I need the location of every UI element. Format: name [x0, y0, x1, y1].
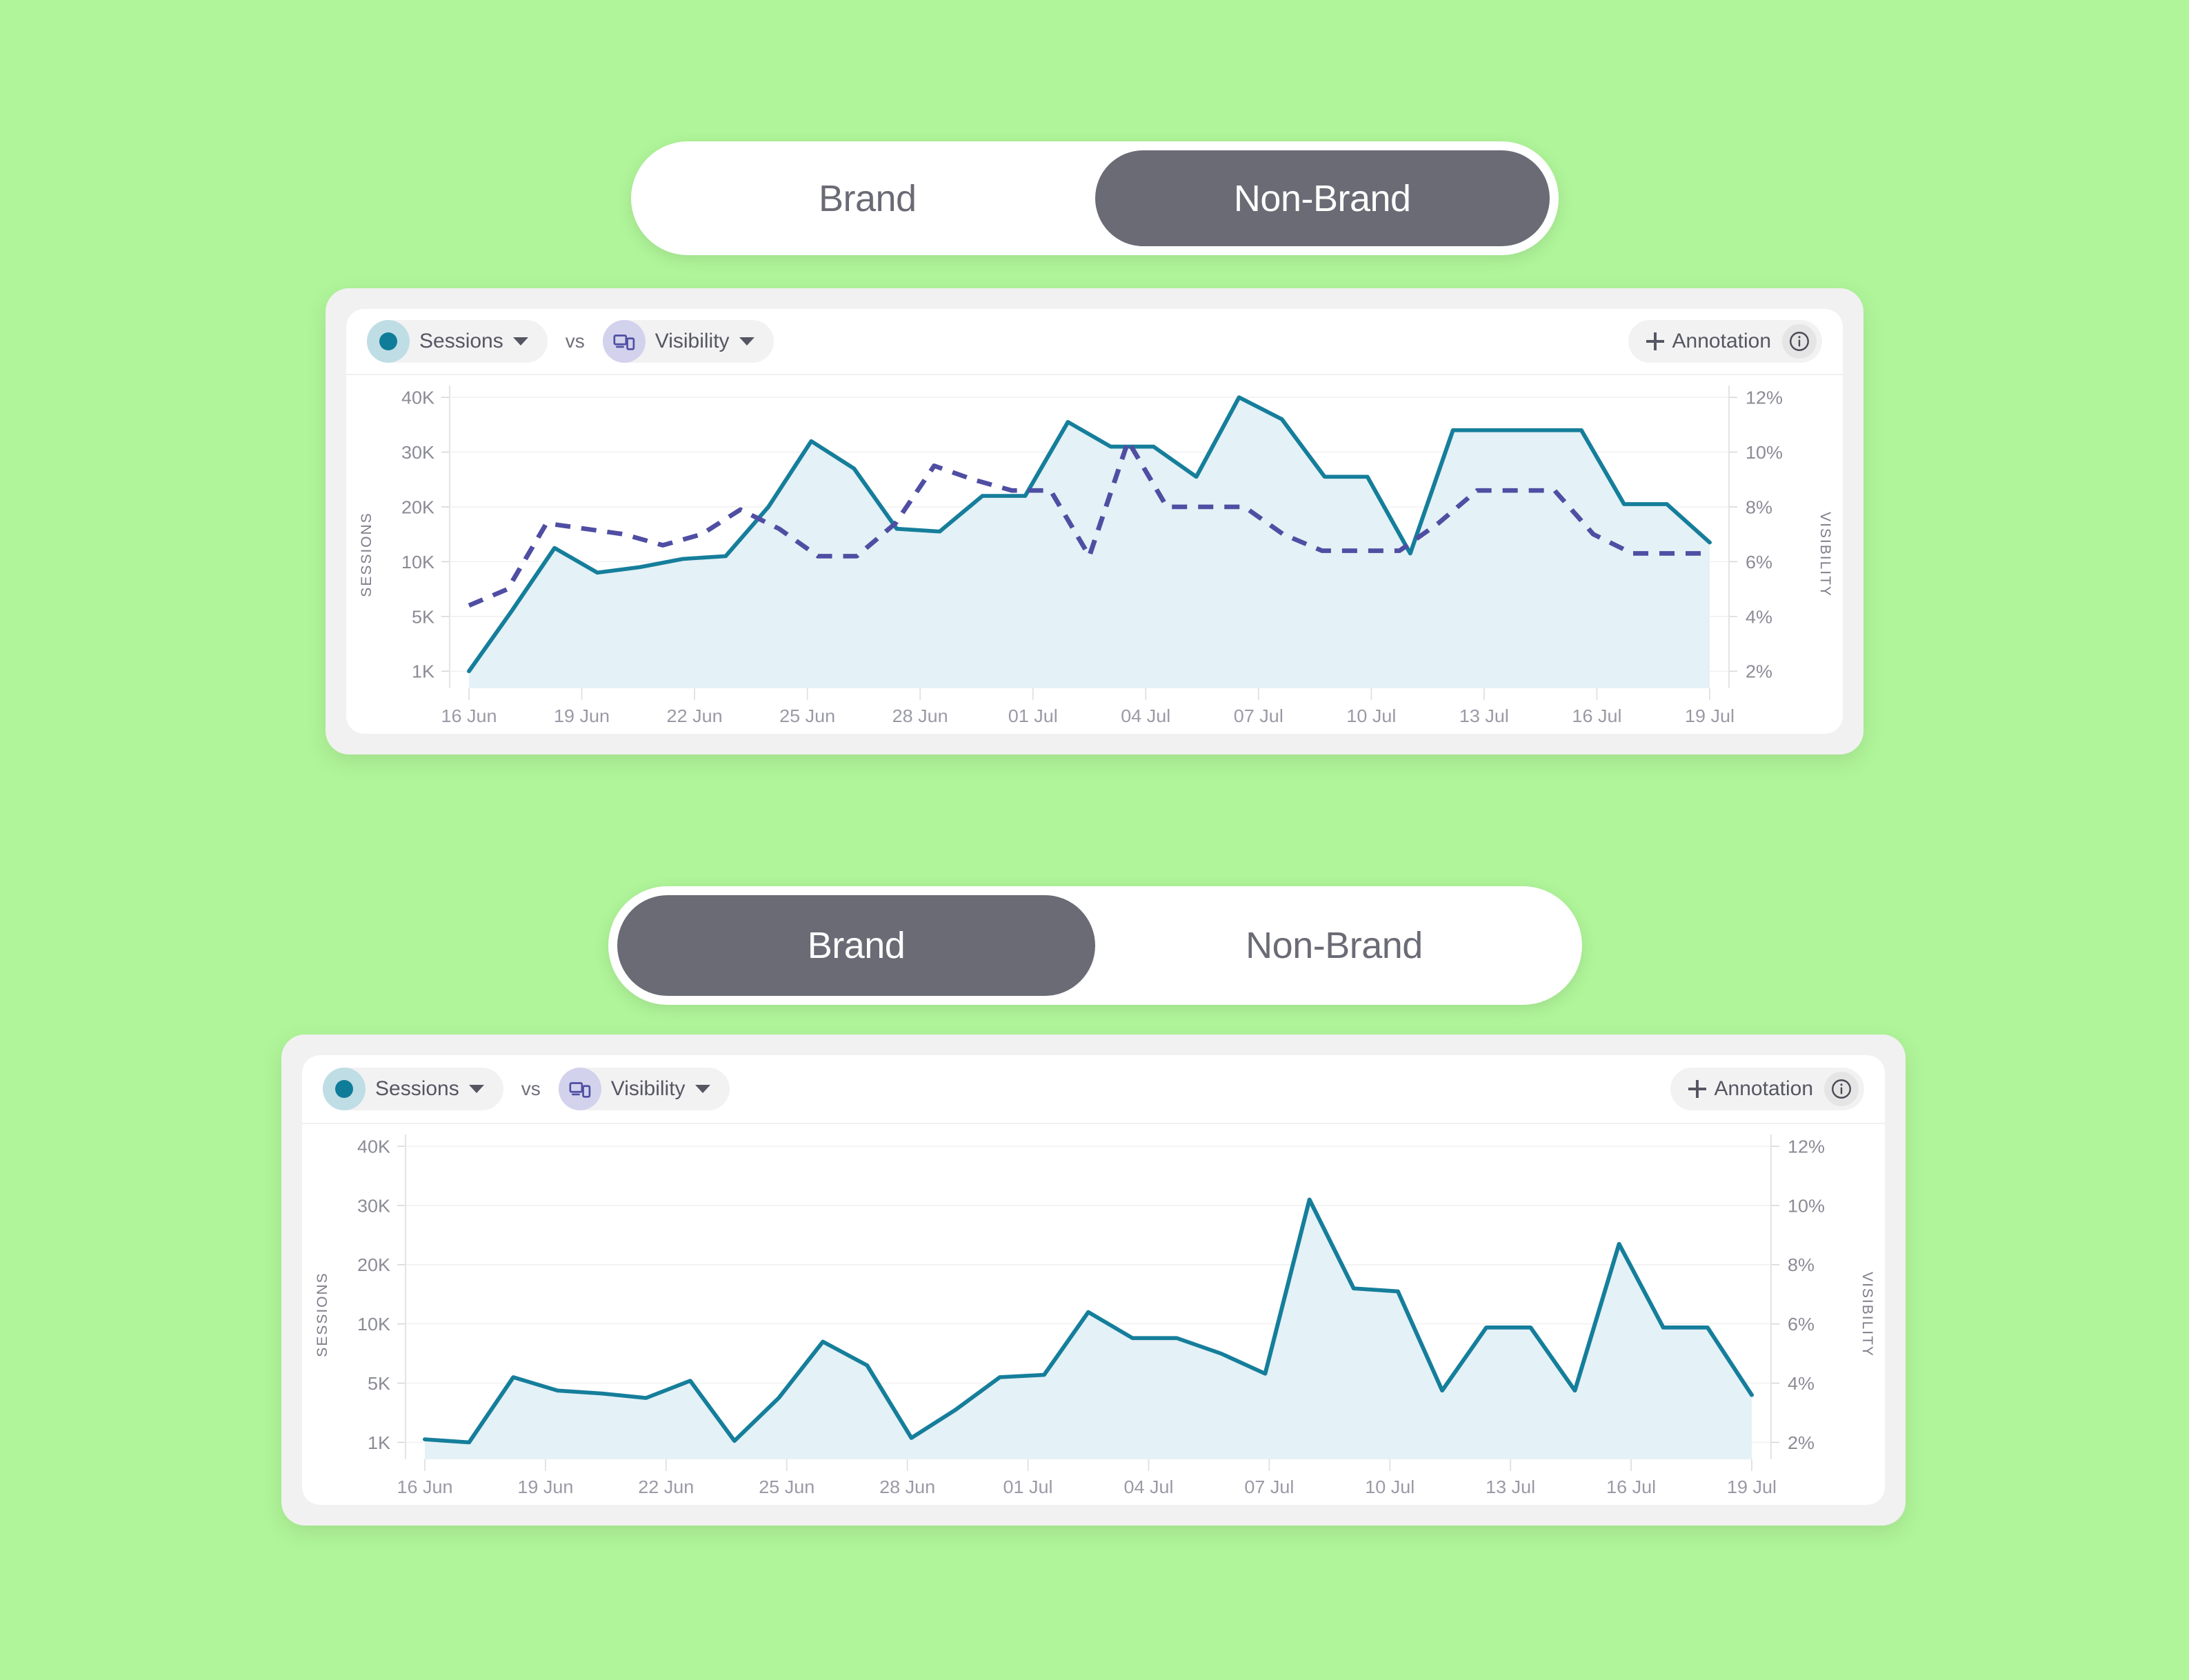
annotation-label: Annotation [1714, 1077, 1813, 1100]
svg-text:22 Jun: 22 Jun [638, 1477, 694, 1497]
svg-text:22 Jun: 22 Jun [667, 706, 723, 726]
chart-card-non-brand: Sessions vs Visibility Annotation SESSIO… [326, 288, 1863, 754]
svg-text:07 Jul: 07 Jul [1234, 706, 1283, 726]
svg-text:25 Jun: 25 Jun [759, 1477, 814, 1497]
svg-text:2%: 2% [1788, 1433, 1815, 1453]
svg-text:19 Jun: 19 Jun [554, 706, 610, 726]
brand-toggle-non-brand-panel[interactable]: Brand Non-Brand [631, 141, 1559, 255]
sessions-metric-selector[interactable]: Sessions [323, 1068, 503, 1110]
svg-text:01 Jul: 01 Jul [1003, 1477, 1053, 1497]
svg-text:8%: 8% [1746, 497, 1772, 517]
svg-text:16 Jun: 16 Jun [397, 1477, 452, 1497]
svg-text:4%: 4% [1746, 607, 1772, 627]
visibility-metric-selector[interactable]: Visibility [558, 1068, 730, 1110]
annotation-label: Annotation [1672, 330, 1771, 352]
chart-toolbar: Sessions vs Visibility Annotation [346, 309, 1843, 375]
info-circle-icon[interactable] [1782, 324, 1817, 359]
svg-text:10%: 10% [1746, 443, 1783, 463]
chevron-down-icon [468, 1085, 484, 1093]
svg-text:13 Jul: 13 Jul [1486, 1477, 1535, 1497]
svg-text:12%: 12% [1788, 1137, 1825, 1157]
metric-selectors: Sessions vs Visibility [367, 320, 774, 363]
toggle-option-brand[interactable]: Brand [617, 895, 1095, 996]
svg-text:8%: 8% [1788, 1255, 1815, 1275]
plus-icon [1688, 1080, 1706, 1098]
info-circle-icon[interactable] [1824, 1072, 1859, 1106]
svg-text:10 Jul: 10 Jul [1365, 1477, 1415, 1497]
svg-text:5K: 5K [368, 1374, 391, 1394]
svg-text:19 Jul: 19 Jul [1727, 1477, 1777, 1497]
chart-plot-brand: SESSIONS VISIBILITY 1K 5K 10K 20K 30K 40K 2% 4%… [302, 1124, 1885, 1505]
svg-text:30K: 30K [401, 443, 435, 463]
toggle-option-non-brand[interactable]: Non-Brand [1094, 150, 1550, 246]
add-annotation-button[interactable]: Annotation [1628, 320, 1822, 363]
svg-text:20K: 20K [401, 497, 435, 517]
toggle-option-brand[interactable]: Brand [640, 150, 1095, 246]
svg-text:40K: 40K [401, 388, 435, 408]
chevron-down-icon [512, 337, 528, 346]
svg-text:16 Jul: 16 Jul [1606, 1477, 1656, 1497]
circle-dot-icon [367, 320, 410, 363]
svg-text:10K: 10K [401, 552, 435, 572]
svg-text:01 Jul: 01 Jul [1008, 706, 1058, 726]
chart-svg-non-brand: 1K 5K 10K 20K 30K 40K 2% 4% 6% 8% 10% 12% 16 Jun 19 J… [401, 386, 1783, 726]
svg-text:04 Jul: 04 Jul [1123, 1477, 1173, 1497]
svg-text:6%: 6% [1788, 1314, 1815, 1334]
devices-icon [602, 320, 646, 363]
svg-text:40K: 40K [357, 1137, 391, 1157]
svg-text:16 Jun: 16 Jun [441, 706, 497, 726]
svg-text:10%: 10% [1788, 1196, 1825, 1216]
visibility-metric-selector[interactable]: Visibility [602, 320, 774, 363]
sessions-metric-label: Sessions [419, 330, 503, 352]
chevron-down-icon [694, 1085, 710, 1093]
svg-text:10K: 10K [357, 1314, 391, 1334]
svg-text:30K: 30K [357, 1196, 391, 1216]
svg-text:2%: 2% [1746, 661, 1772, 681]
svg-text:16 Jul: 16 Jul [1572, 706, 1621, 726]
svg-text:20K: 20K [357, 1255, 391, 1275]
svg-text:13 Jul: 13 Jul [1459, 706, 1509, 726]
svg-text:19 Jun: 19 Jun [517, 1477, 573, 1497]
plus-icon [1646, 332, 1664, 350]
svg-text:5K: 5K [412, 607, 435, 627]
sessions-metric-selector[interactable]: Sessions [367, 320, 548, 363]
svg-text:1K: 1K [412, 661, 435, 681]
visibility-metric-label: Visibility [654, 330, 730, 352]
metric-selectors: Sessions vs Visibility [323, 1068, 730, 1110]
chevron-down-icon [739, 337, 754, 346]
svg-text:07 Jul: 07 Jul [1244, 1477, 1294, 1497]
toggle-option-non-brand[interactable]: Non-Brand [1095, 895, 1573, 996]
vs-label: vs [565, 330, 585, 352]
svg-text:12%: 12% [1746, 388, 1783, 408]
svg-text:25 Jun: 25 Jun [779, 706, 835, 726]
svg-text:1K: 1K [368, 1433, 391, 1453]
chart-card-inner: Sessions vs Visibility Annotation SESSIO… [346, 309, 1843, 734]
svg-text:6%: 6% [1746, 552, 1772, 572]
svg-text:28 Jun: 28 Jun [879, 1477, 935, 1497]
vs-label: vs [521, 1078, 541, 1099]
svg-text:19 Jul: 19 Jul [1685, 706, 1735, 726]
circle-dot-icon [323, 1068, 366, 1110]
svg-text:28 Jun: 28 Jun [892, 706, 948, 726]
svg-text:4%: 4% [1788, 1374, 1815, 1394]
brand-toggle-brand-panel[interactable]: Brand Non-Brand [608, 886, 1582, 1005]
svg-text:10 Jul: 10 Jul [1346, 706, 1396, 726]
chart-svg-brand: 1K 5K 10K 20K 30K 40K 2% 4% 6% 8% 10% 12% 16 Jun 19 J… [357, 1134, 1825, 1497]
visibility-metric-label: Visibility [610, 1077, 686, 1100]
devices-icon [558, 1068, 601, 1110]
page-root: Brand Non-Brand Sessions vs Visibility A… [0, 0, 2189, 1680]
sessions-metric-label: Sessions [375, 1077, 459, 1100]
chart-plot-non-brand: SESSIONS VISIBILITY 1K 5K 10K 20K 30K 40K 2% 4%… [346, 375, 1843, 734]
chart-card-inner: Sessions vs Visibility Annotation SESSIO… [302, 1055, 1885, 1505]
add-annotation-button[interactable]: Annotation [1670, 1068, 1864, 1110]
chart-toolbar: Sessions vs Visibility Annotation [302, 1055, 1885, 1124]
chart-card-brand: Sessions vs Visibility Annotation SESSIO… [281, 1034, 1906, 1526]
svg-text:04 Jul: 04 Jul [1121, 706, 1170, 726]
